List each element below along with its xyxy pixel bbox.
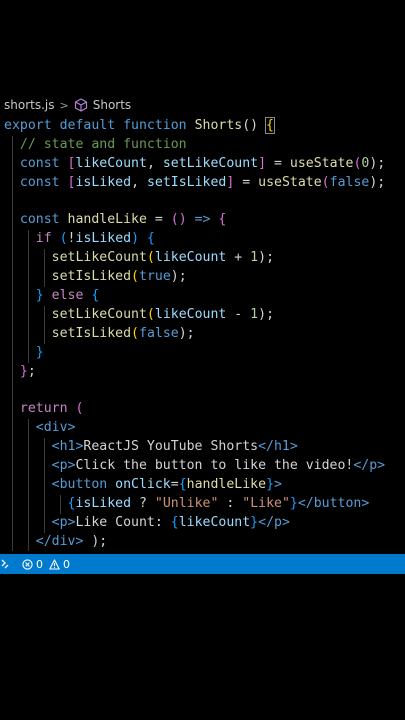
code-line: <div>: [4, 419, 405, 439]
code-line: <h1>ReactJS YouTube Shorts</h1>: [4, 438, 405, 458]
breadcrumb-symbol[interactable]: Shorts: [93, 98, 131, 112]
code-line: [4, 192, 405, 212]
code-line: {isLiked ? "Unlike" : "Like"}</button>: [4, 494, 405, 514]
status-bar: 0 0: [0, 554, 405, 574]
breadcrumb-file[interactable]: shorts.js: [4, 98, 55, 112]
error-count: 0: [36, 557, 43, 571]
cube-icon: [74, 98, 88, 112]
code-line: setLikeCount(likeCount - 1);: [4, 305, 405, 325]
code-line: <p>Click the button to like the video!</…: [4, 457, 405, 476]
code-line: <button onClick={handleLike}>: [4, 475, 405, 495]
code-line: const handleLike = () => {: [4, 211, 405, 231]
chevron-right-icon: >: [59, 98, 69, 112]
code-line: // state and function: [4, 135, 405, 155]
breadcrumb: shorts.js > Shorts: [4, 96, 131, 114]
code-line: const [likeCount, setLikeCount] = useSta…: [4, 154, 405, 174]
code-line: if (!isLiked) {: [4, 230, 405, 250]
warning-count: 0: [63, 557, 70, 571]
code-line: return (: [4, 400, 405, 420]
remote-icon[interactable]: [0, 554, 10, 574]
code-line: };: [4, 362, 405, 382]
code-line: }: [4, 343, 405, 363]
code-line: } else {: [4, 287, 405, 306]
code-area[interactable]: export default function Shorts() { // st…: [4, 117, 405, 552]
code-line: export default function Shorts() {: [4, 117, 275, 134]
code-line: const [isLiked, setIsLiked] = useState(f…: [4, 173, 405, 193]
error-icon: [22, 558, 33, 570]
code-editor[interactable]: shorts.js > Shorts export default functi…: [0, 0, 405, 720]
code-line: setLikeCount(likeCount + 1);: [4, 249, 405, 269]
problems-indicator[interactable]: 0 0: [22, 558, 70, 571]
warning-icon: [49, 558, 60, 570]
code-line: setIsLiked(true);: [4, 268, 405, 288]
code-line: setIsLiked(false);: [4, 324, 405, 344]
code-line: [4, 381, 405, 401]
code-line: <p>Like Count: {likeCount}</p>: [4, 513, 405, 533]
code-line: </div> );: [4, 532, 405, 552]
